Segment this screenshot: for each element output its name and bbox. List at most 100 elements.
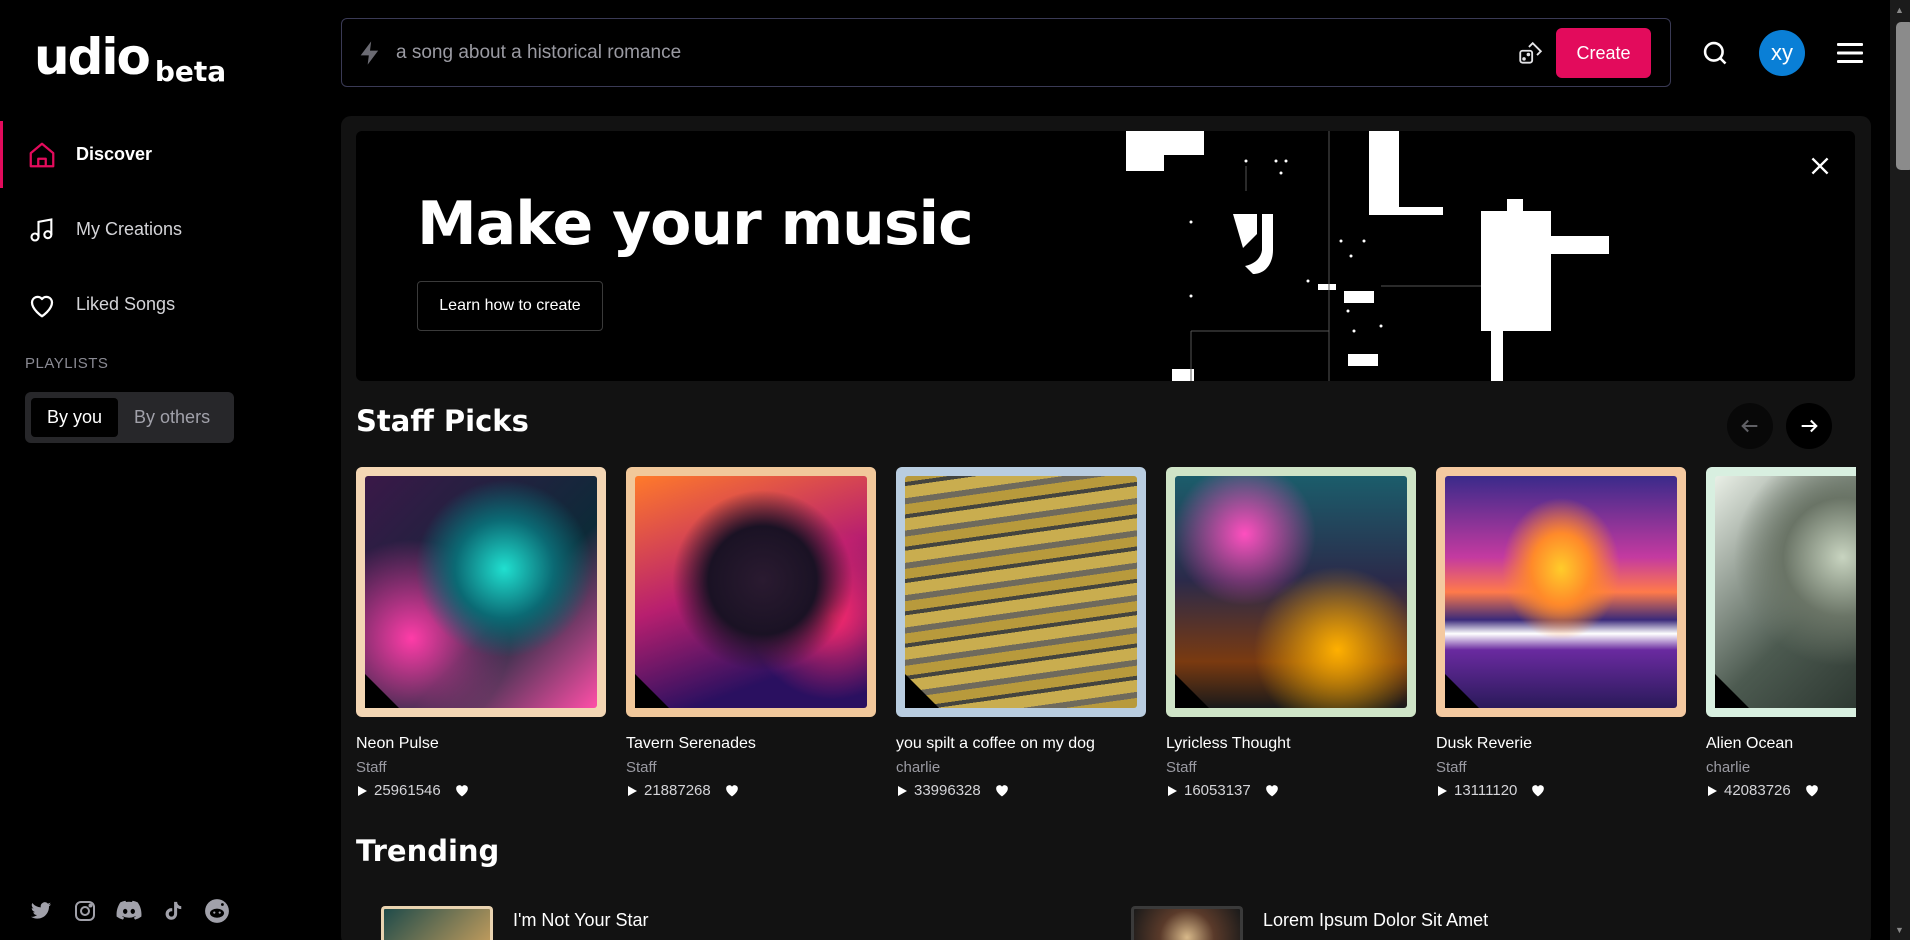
heart-icon[interactable] — [725, 784, 739, 797]
song-cover[interactable] — [1436, 467, 1686, 717]
sidebar-item-my-creations[interactable]: My Creations — [0, 192, 340, 267]
sidebar-item-label: Liked Songs — [76, 294, 176, 314]
scroll-down-arrow-icon[interactable]: ▼ — [1895, 925, 1904, 935]
trending-item[interactable]: I'm Not Your Star — [381, 906, 649, 940]
song-stats: 42083726 — [1706, 782, 1856, 799]
heart-icon[interactable] — [1265, 784, 1279, 797]
trending-heading: Trending — [356, 834, 500, 868]
sidebar-nav: Discover My Creations Liked Songs — [0, 117, 340, 342]
trending-cover[interactable] — [1131, 906, 1243, 940]
song-author[interactable]: Staff — [356, 759, 606, 776]
song-card[interactable]: you spilt a coffee on my dog charlie 339… — [896, 467, 1146, 799]
carousel-next-button[interactable] — [1786, 403, 1832, 449]
hero-title: Make your music — [417, 189, 974, 259]
twitter-icon[interactable] — [28, 898, 54, 924]
sidebar-item-liked-songs[interactable]: Liked Songs — [0, 267, 340, 342]
tiktok-icon[interactable] — [160, 898, 186, 924]
dice-icon[interactable] — [1517, 41, 1543, 72]
arrow-left-icon — [1741, 419, 1758, 433]
playlist-tab-by-others[interactable]: By others — [118, 398, 226, 437]
sidebar-item-label: My Creations — [76, 219, 183, 239]
sidebar-item-discover[interactable]: Discover — [0, 117, 340, 192]
music-note-icon — [26, 214, 58, 246]
play-count: 13111120 — [1454, 782, 1518, 799]
song-author[interactable]: Staff — [1436, 759, 1686, 776]
song-stats: 33996328 — [896, 782, 1146, 799]
heart-icon[interactable] — [995, 784, 1009, 797]
avatar[interactable]: xy — [1759, 30, 1805, 76]
song-card[interactable]: Neon Pulse Staff 25961546 — [356, 467, 606, 799]
hamburger-menu-icon[interactable] — [1837, 41, 1865, 70]
discord-icon[interactable] — [116, 898, 142, 924]
song-title[interactable]: Tavern Serenades — [626, 735, 876, 753]
song-author[interactable]: charlie — [1706, 759, 1856, 776]
close-icon[interactable] — [1807, 153, 1833, 184]
song-cover[interactable] — [356, 467, 606, 717]
play-count: 16053137 — [1184, 782, 1251, 799]
trending-cover[interactable] — [381, 906, 493, 940]
staff-picks-heading: Staff Picks — [356, 404, 529, 438]
play-icon[interactable] — [626, 785, 638, 797]
song-author[interactable]: charlie — [896, 759, 1146, 776]
song-title[interactable]: Neon Pulse — [356, 735, 606, 753]
prompt-input[interactable] — [396, 33, 1396, 73]
play-icon[interactable] — [896, 785, 908, 797]
learn-how-button[interactable]: Learn how to create — [417, 281, 603, 331]
heart-icon[interactable] — [1531, 784, 1545, 797]
play-count: 21887268 — [644, 782, 711, 799]
song-card[interactable]: Alien Ocean charlie 42083726 — [1706, 467, 1856, 799]
create-button[interactable]: Create — [1556, 28, 1651, 78]
logo-beta-tag: beta — [154, 55, 227, 88]
play-count: 25961546 — [374, 782, 441, 799]
song-cover[interactable] — [626, 467, 876, 717]
hero-pixel-art — [1126, 131, 1609, 381]
reddit-icon[interactable] — [204, 898, 230, 924]
prompt-bar — [341, 18, 1671, 87]
song-title[interactable]: Alien Ocean — [1706, 735, 1856, 753]
song-cover[interactable] — [896, 467, 1146, 717]
song-stats: 13111120 — [1436, 782, 1686, 799]
arrow-right-icon — [1801, 419, 1818, 433]
song-author[interactable]: Staff — [626, 759, 876, 776]
song-card[interactable]: Tavern Serenades Staff 21887268 — [626, 467, 876, 799]
sidebar-item-label: Discover — [76, 144, 153, 164]
heart-icon[interactable] — [455, 784, 469, 797]
play-icon[interactable] — [1436, 785, 1448, 797]
scroll-up-arrow-icon[interactable]: ▲ — [1895, 5, 1904, 15]
logo-wordmark: udio — [34, 28, 151, 86]
song-author[interactable]: Staff — [1166, 759, 1416, 776]
song-title[interactable]: Dusk Reverie — [1436, 735, 1686, 753]
home-icon — [26, 139, 58, 171]
play-count: 42083726 — [1724, 782, 1791, 799]
heart-icon[interactable] — [1805, 784, 1819, 797]
song-cover[interactable] — [1706, 467, 1856, 717]
song-stats: 21887268 — [626, 782, 876, 799]
song-title[interactable]: you spilt a coffee on my dog — [896, 735, 1146, 753]
sidebar: udio beta Discover My Creations Liked So… — [0, 0, 340, 940]
search-icon[interactable] — [1701, 39, 1729, 72]
playlist-filter-toggle: By you By others — [25, 392, 234, 443]
trending-title[interactable]: I'm Not Your Star — [513, 910, 649, 940]
social-links — [28, 898, 230, 924]
scrollbar-thumb[interactable] — [1896, 22, 1910, 170]
trending-title[interactable]: Lorem Ipsum Dolor Sit Amet — [1263, 910, 1488, 940]
staff-picks-carousel: Neon Pulse Staff 25961546 Tavern Serenad… — [356, 467, 1856, 807]
main-panel: Make your music Learn how to create Staf… — [341, 116, 1871, 940]
hero-banner: Make your music Learn how to create — [356, 131, 1855, 381]
lightning-icon — [356, 39, 384, 72]
song-title[interactable]: Lyricless Thought — [1166, 735, 1416, 753]
carousel-prev-button[interactable] — [1727, 403, 1773, 449]
playlists-heading: PLAYLISTS — [25, 355, 109, 372]
play-icon[interactable] — [356, 785, 368, 797]
play-icon[interactable] — [1166, 785, 1178, 797]
instagram-icon[interactable] — [72, 898, 98, 924]
trending-item[interactable]: Lorem Ipsum Dolor Sit Amet — [1131, 906, 1488, 940]
song-card[interactable]: Dusk Reverie Staff 13111120 — [1436, 467, 1686, 799]
page-scrollbar[interactable]: ▲ ▼ — [1890, 0, 1910, 940]
song-card[interactable]: Lyricless Thought Staff 16053137 — [1166, 467, 1416, 799]
song-stats: 16053137 — [1166, 782, 1416, 799]
play-icon[interactable] — [1706, 785, 1718, 797]
playlist-tab-by-you[interactable]: By you — [31, 398, 119, 437]
song-cover[interactable] — [1166, 467, 1416, 717]
udio-logo[interactable]: udio beta — [34, 28, 226, 86]
